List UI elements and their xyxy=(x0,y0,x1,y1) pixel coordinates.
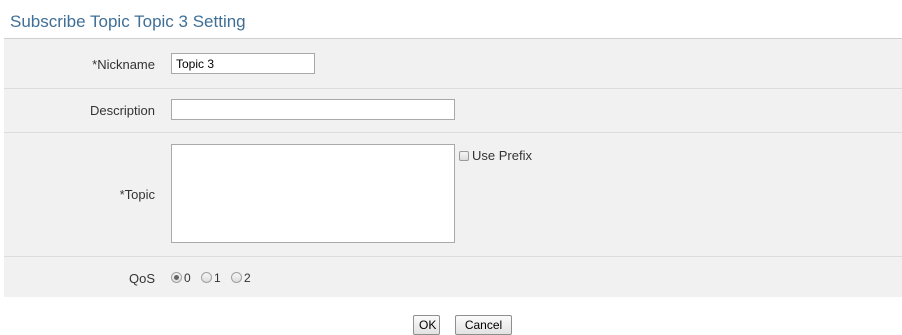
topic-row: *Topic Use Prefix xyxy=(4,133,902,257)
qos-row: QoS 0 1 2 xyxy=(4,257,902,297)
cancel-button[interactable]: Cancel xyxy=(455,315,512,335)
ok-button[interactable]: OK xyxy=(413,315,440,335)
description-input[interactable] xyxy=(171,99,455,120)
use-prefix-checkbox[interactable] xyxy=(459,151,469,161)
nickname-label: *Nickname xyxy=(92,57,155,72)
topic-textarea[interactable] xyxy=(171,144,455,243)
nickname-row: *Nickname xyxy=(4,39,902,89)
description-label: Description xyxy=(89,103,155,118)
use-prefix-label: Use Prefix xyxy=(472,148,532,163)
qos-label: QoS xyxy=(128,271,155,286)
qos-1-radio[interactable] xyxy=(201,272,212,283)
page-title: Subscribe Topic Topic 3 Setting xyxy=(10,12,246,31)
description-row: Description xyxy=(4,89,902,133)
title-bar: Subscribe Topic Topic 3 Setting xyxy=(4,8,902,39)
qos-2-radio[interactable] xyxy=(231,272,242,283)
topic-label: *Topic xyxy=(119,187,155,202)
qos-2-label: 2 xyxy=(244,271,251,285)
button-row: OK Cancel xyxy=(0,313,902,335)
qos-1-label: 1 xyxy=(214,271,221,285)
qos-0-radio[interactable] xyxy=(171,272,182,283)
settings-form: *Nickname Description *Topic Use Prefix … xyxy=(4,39,902,297)
nickname-input[interactable] xyxy=(171,53,315,74)
qos-0-label: 0 xyxy=(184,271,191,285)
